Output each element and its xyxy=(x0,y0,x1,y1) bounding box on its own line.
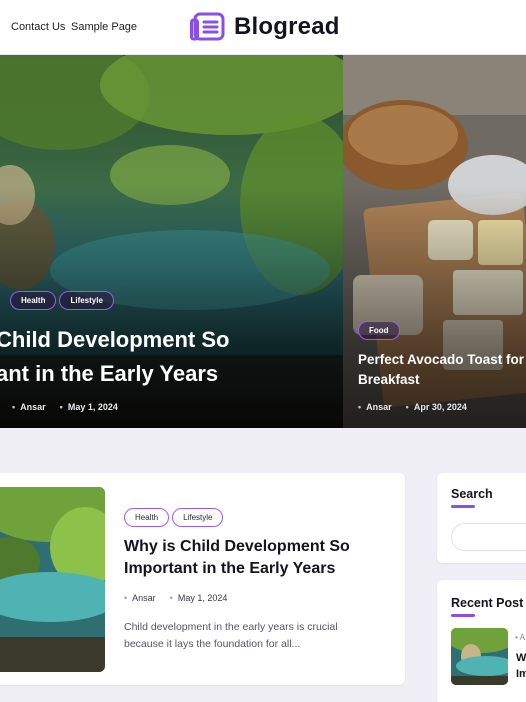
post-tag-health[interactable]: Health xyxy=(124,508,170,527)
post-meta: Ansar May 1, 2024 xyxy=(124,593,227,603)
search-title-underline xyxy=(451,505,475,508)
post-excerpt: Child development in the early years is … xyxy=(124,621,338,650)
recent-post-link[interactable]: W Im xyxy=(516,650,526,682)
tag-lifestyle[interactable]: Lifestyle xyxy=(59,291,114,310)
hero-author[interactable]: Ansar xyxy=(12,402,46,412)
post-tags: Health Lifestyle xyxy=(124,507,226,527)
recent-post-meta: • A xyxy=(515,633,525,642)
post-thumbnail-image xyxy=(0,487,105,672)
tag-food[interactable]: Food xyxy=(358,321,400,340)
site-header: Contact Us Sample Page Blogread xyxy=(0,0,526,55)
hero-right-title-line1: Perfect Avocado Toast for xyxy=(358,352,525,367)
tag-health[interactable]: Health xyxy=(10,291,57,310)
recent-post-author: A xyxy=(519,633,525,642)
hero-meta: Ansar May 1, 2024 xyxy=(12,402,118,412)
hero-title-line1: Child Development So xyxy=(0,327,230,352)
hero-post-child-development[interactable]: Health Lifestyle Child Development So ant… xyxy=(0,55,343,428)
hero-right-author[interactable]: Ansar xyxy=(358,402,392,412)
post-tag-lifestyle[interactable]: Lifestyle xyxy=(172,508,224,527)
post-title[interactable]: Why is Child Development So Important in… xyxy=(124,536,384,580)
post-date: May 1, 2024 xyxy=(170,593,228,603)
recent-post-image xyxy=(451,628,508,685)
post-card: Health Lifestyle Why is Child Development… xyxy=(0,473,405,685)
search-input[interactable] xyxy=(451,523,526,551)
hero-tags: Health Lifestyle xyxy=(10,290,117,310)
recent-post-title-line2: Im xyxy=(516,668,526,680)
search-widget: Search xyxy=(437,473,526,563)
post-author[interactable]: Ansar xyxy=(124,593,156,603)
site-title: Blogread xyxy=(234,13,340,40)
recent-post-thumbnail[interactable] xyxy=(451,628,508,685)
hero-right-date: Apr 30, 2024 xyxy=(406,402,467,412)
hero-right-meta: Ansar Apr 30, 2024 xyxy=(358,402,467,412)
search-widget-title: Search xyxy=(451,487,493,501)
nav-sample-page[interactable]: Sample Page xyxy=(71,21,137,33)
recent-post-title: Recent Post xyxy=(451,596,524,610)
nav-contact-us[interactable]: Contact Us xyxy=(11,21,65,33)
blog-logo-icon xyxy=(190,12,225,41)
hero-date: May 1, 2024 xyxy=(60,402,118,412)
hero-right-tags: Food xyxy=(358,320,403,340)
hero-post-avocado-toast[interactable]: Food Perfect Avocado Toast for Breakfast… xyxy=(343,55,526,428)
site-logo[interactable]: Blogread xyxy=(190,11,340,43)
recent-title-underline xyxy=(451,614,475,617)
post-thumbnail[interactable] xyxy=(0,487,105,672)
hero-title-line2: ant in the Early Years xyxy=(0,361,219,386)
recent-post-widget: Recent Post • A W Im xyxy=(437,580,526,702)
hero-right-title-line2: Breakfast xyxy=(358,372,420,387)
hero-title[interactable]: Child Development So ant in the Early Ye… xyxy=(0,323,229,391)
recent-post-title-line1: W xyxy=(516,652,526,664)
hero-right-title[interactable]: Perfect Avocado Toast for Breakfast xyxy=(358,350,524,390)
